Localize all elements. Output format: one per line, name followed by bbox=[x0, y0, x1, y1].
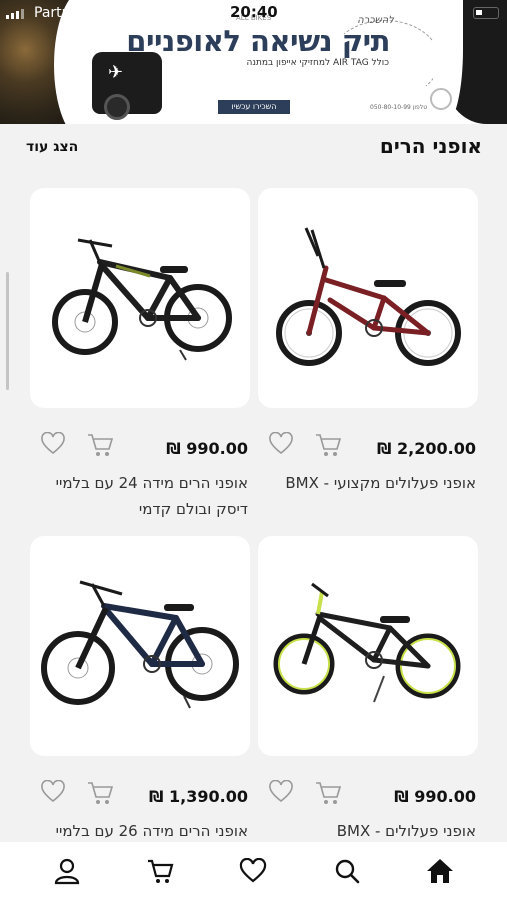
wishlist-heart-icon[interactable] bbox=[40, 779, 66, 806]
add-to-cart-icon[interactable] bbox=[86, 432, 114, 458]
nav-home-button[interactable] bbox=[423, 854, 457, 888]
nav-cart-button[interactable] bbox=[143, 854, 177, 888]
add-to-cart-icon[interactable] bbox=[314, 432, 342, 458]
heart-icon bbox=[240, 858, 267, 883]
wifi-icon bbox=[92, 5, 108, 22]
carrier-name: Partner bbox=[34, 5, 85, 21]
battery-icon bbox=[473, 7, 499, 19]
product-image[interactable] bbox=[30, 536, 250, 756]
wishlist-heart-icon[interactable] bbox=[40, 431, 66, 458]
see-more-link[interactable]: הצג עוד bbox=[26, 139, 78, 155]
status-bar: Partner 20:40 bbox=[0, 0, 507, 26]
user-icon bbox=[54, 858, 79, 885]
section-title: אופני הרים bbox=[379, 134, 482, 158]
banner-title: תיק נשיאה לאופניים bbox=[126, 24, 390, 58]
banner-wheel-image bbox=[430, 88, 452, 110]
banner-bike-bag-image bbox=[92, 52, 162, 120]
product-image[interactable] bbox=[258, 536, 478, 756]
home-icon bbox=[427, 859, 454, 883]
add-to-cart-icon[interactable] bbox=[86, 780, 114, 806]
nav-search-button[interactable] bbox=[330, 854, 364, 888]
product-image[interactable] bbox=[30, 188, 250, 408]
scrollbar[interactable] bbox=[6, 272, 9, 390]
product-price: ₪ 990.00 bbox=[166, 439, 248, 458]
wishlist-heart-icon[interactable] bbox=[268, 779, 294, 806]
signal-icon bbox=[6, 9, 24, 19]
product-name[interactable]: אופני פעלולים - BMX bbox=[262, 818, 476, 844]
wishlist-heart-icon[interactable] bbox=[268, 431, 294, 458]
product-image[interactable] bbox=[258, 188, 478, 408]
cart-icon bbox=[148, 859, 174, 883]
product-name[interactable]: אופני הרים מידה 24 עם בלמיי דיסק ובולם ק… bbox=[34, 470, 248, 522]
airplane-icon: ✈ bbox=[108, 62, 124, 83]
banner-cta-button[interactable]: השכירו עכשיו bbox=[218, 100, 290, 114]
banner-subtitle: כולל AIR TAG למחזיקי אייפון במתנה bbox=[246, 58, 389, 68]
product-price: ₪ 2,200.00 bbox=[377, 439, 476, 458]
product-name[interactable]: אופני פעלולים מקצועי - BMX bbox=[262, 470, 476, 496]
product-price: ₪ 1,390.00 bbox=[149, 787, 248, 806]
product-name[interactable]: אופני הרים מידה 26 עם בלמיי bbox=[34, 818, 248, 844]
product-price: ₪ 990.00 bbox=[394, 787, 476, 806]
nav-profile-button[interactable] bbox=[50, 854, 84, 888]
banner-phone: טלפון 050-80-10-99 bbox=[370, 104, 428, 111]
bottom-nav bbox=[0, 842, 507, 900]
status-time: 20:40 bbox=[230, 3, 278, 21]
add-to-cart-icon[interactable] bbox=[314, 780, 342, 806]
search-icon bbox=[335, 859, 360, 884]
nav-wishlist-button[interactable] bbox=[236, 854, 270, 888]
